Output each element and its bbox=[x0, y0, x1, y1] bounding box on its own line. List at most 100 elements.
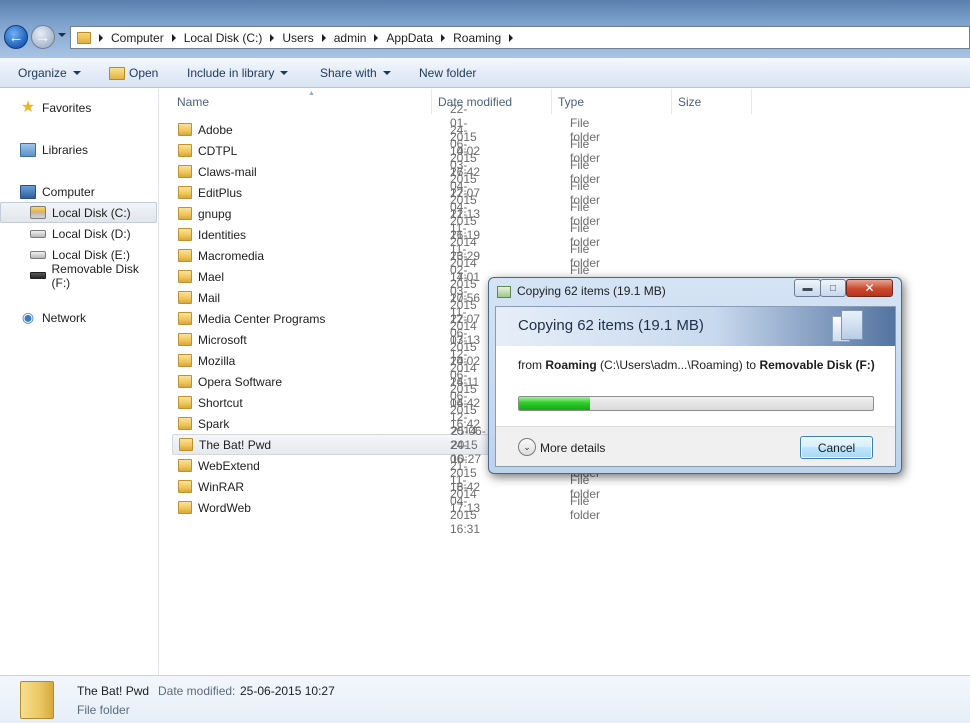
from-word: from bbox=[518, 358, 542, 372]
file-name: The Bat! Pwd bbox=[199, 437, 272, 452]
file-row[interactable]: Macromedia 21-11-2014 17:01 File folder bbox=[172, 228, 600, 284]
local-disk-icon bbox=[30, 206, 46, 219]
file-row[interactable]: EditPlus 27-04-2015 12:13 File folder bbox=[172, 165, 600, 221]
file-name: Spark bbox=[198, 416, 230, 431]
back-button[interactable]: ← bbox=[4, 25, 28, 49]
folder-icon bbox=[178, 270, 192, 283]
file-row[interactable]: CDTPL 24-06-2015 16:42 File folder bbox=[172, 123, 600, 179]
nav-local-disk-c[interactable]: Local Disk (C:) bbox=[0, 202, 157, 223]
close-button[interactable]: ✕ bbox=[846, 279, 893, 297]
nav-libraries[interactable]: Libraries bbox=[0, 139, 157, 160]
include-label: Include in library bbox=[187, 66, 275, 80]
chevron-right-icon[interactable] bbox=[99, 33, 103, 42]
hard-drive-icon bbox=[30, 229, 46, 238]
file-row[interactable]: Media Center Programs20-11-2014 17:13Fil… bbox=[172, 291, 600, 347]
nav-disk-d-label: Local Disk (D:) bbox=[52, 226, 131, 241]
file-row[interactable]: Microsoft22-06-2015 10:02File folder bbox=[172, 312, 600, 368]
share-with-button[interactable]: Share with bbox=[320, 58, 391, 88]
folder-icon bbox=[178, 186, 192, 199]
file-row[interactable]: Mail14-03-2015 17:07File folder bbox=[172, 270, 600, 326]
file-row[interactable]: Mael23-02-2015 17:56File folder bbox=[172, 249, 600, 305]
file-name: Claws-mail bbox=[198, 164, 257, 179]
include-in-library-button[interactable]: Include in library bbox=[187, 58, 289, 88]
organize-button[interactable]: Organize bbox=[18, 58, 81, 88]
folder-icon bbox=[178, 123, 192, 136]
folder-icon bbox=[178, 396, 192, 409]
file-row[interactable]: WebExtend24-06-2015 16:42File folder bbox=[172, 438, 600, 494]
chevron-right-icon[interactable] bbox=[509, 33, 514, 42]
file-row[interactable]: The Bat! Pwd25-06-2015 10:27File folder bbox=[172, 424, 601, 466]
chevron-right-icon[interactable] bbox=[441, 33, 446, 42]
nav-favorites-label: Favorites bbox=[42, 100, 92, 115]
recent-pages-dropdown-icon[interactable] bbox=[58, 33, 66, 37]
column-header-name[interactable]: Name ▲ bbox=[171, 89, 432, 114]
file-name: Media Center Programs bbox=[198, 311, 326, 326]
file-row[interactable]: Claws-mail 14-03-2015 17:07 File folder bbox=[172, 144, 600, 200]
close-icon: ✕ bbox=[864, 281, 875, 295]
command-bar: Organize Open Include in library Share w… bbox=[0, 58, 970, 88]
file-name: WebExtend bbox=[198, 458, 260, 473]
folder-icon bbox=[178, 207, 192, 220]
details-type: File folder bbox=[77, 703, 130, 717]
nav-removable-disk-f[interactable]: Removable Disk (F:) bbox=[0, 262, 157, 290]
file-name: Shortcut bbox=[198, 395, 243, 410]
details-pane: The Bat! Pwd Date modified: 25-06-2015 1… bbox=[0, 675, 970, 723]
nav-network[interactable]: ◉ Network bbox=[0, 307, 157, 328]
title-bar: ← → Computer Local Disk (C:) Users admin… bbox=[0, 0, 970, 58]
forward-button[interactable]: → bbox=[31, 25, 55, 49]
chevron-right-icon[interactable] bbox=[270, 33, 275, 42]
copy-icon bbox=[497, 286, 511, 298]
file-row[interactable]: WordWeb 18-04-2015 16:31 File folder bbox=[172, 480, 600, 536]
more-details-label[interactable]: More details bbox=[540, 441, 605, 455]
address-bar[interactable]: Computer Local Disk (C:) Users admin App… bbox=[70, 26, 970, 49]
file-row[interactable]: Adobe 22-01-2015 10:02 File folder bbox=[172, 102, 600, 158]
dialog-banner: Copying 62 items (19.1 MB) bbox=[496, 307, 895, 346]
folder-icon bbox=[178, 501, 192, 514]
maximize-button[interactable]: □ bbox=[820, 279, 846, 297]
folder-icon bbox=[178, 165, 192, 178]
folder-icon bbox=[179, 438, 193, 451]
library-icon bbox=[20, 142, 36, 157]
maximize-icon: □ bbox=[829, 282, 837, 294]
chevron-down-icon bbox=[280, 71, 289, 75]
file-name: Identities bbox=[198, 227, 247, 242]
file-row[interactable]: gnupg 22-04-2015 16:19 File folder bbox=[172, 186, 600, 242]
open-button[interactable]: Open bbox=[109, 58, 158, 88]
file-row[interactable]: Shortcut24-06-2015 16:42File folder bbox=[172, 375, 600, 431]
nav-favorites[interactable]: ★ Favorites bbox=[0, 97, 157, 118]
hard-drive-icon bbox=[30, 250, 46, 259]
breadcrumb-users[interactable]: Users bbox=[282, 31, 313, 45]
cancel-button[interactable]: Cancel bbox=[800, 436, 873, 459]
breadcrumb-local-disk-c[interactable]: Local Disk (C:) bbox=[184, 31, 263, 45]
breadcrumb-admin[interactable]: admin bbox=[334, 31, 367, 45]
copy-source-destination: from Roaming (C:\Users\adm...\Roaming) t… bbox=[518, 358, 875, 372]
nav-disk-c-label: Local Disk (C:) bbox=[52, 205, 131, 220]
column-header-size[interactable]: Size bbox=[672, 89, 752, 114]
column-header-type[interactable]: Type bbox=[552, 89, 672, 114]
navigation-pane: ★ Favorites Libraries Computer Local Dis… bbox=[0, 89, 159, 675]
computer-icon bbox=[20, 184, 36, 199]
file-row[interactable]: Spark04-12-2014 16:11File folder bbox=[172, 396, 600, 452]
breadcrumb-computer[interactable]: Computer bbox=[111, 31, 164, 45]
minimize-button[interactable]: ▬ bbox=[794, 279, 821, 297]
more-details-toggle[interactable]: ⌄ bbox=[518, 438, 536, 456]
file-name: WordWeb bbox=[198, 500, 251, 515]
chevron-right-icon[interactable] bbox=[171, 33, 176, 42]
dialog-heading: Copying 62 items (19.1 MB) bbox=[518, 317, 704, 334]
file-name: Adobe bbox=[198, 122, 233, 137]
file-row[interactable]: Mozilla03-12-2014 16:11File folder bbox=[172, 333, 600, 389]
breadcrumb-roaming[interactable]: Roaming bbox=[453, 31, 501, 45]
folder-icon bbox=[178, 480, 192, 493]
nav-local-disk-d[interactable]: Local Disk (D:) bbox=[0, 223, 157, 244]
file-row[interactable]: Identities 21-11-2014 16:29 File folder bbox=[172, 207, 600, 263]
nav-computer[interactable]: Computer bbox=[0, 181, 157, 202]
source-name: Roaming bbox=[545, 358, 597, 372]
star-icon: ★ bbox=[20, 98, 36, 116]
file-name: Macromedia bbox=[198, 248, 265, 263]
chevron-right-icon[interactable] bbox=[374, 33, 379, 42]
file-row[interactable]: WinRAR 21-11-2014 17:13 File folder bbox=[172, 459, 600, 515]
new-folder-button[interactable]: New folder bbox=[419, 58, 476, 88]
breadcrumb-appdata[interactable]: AppData bbox=[386, 31, 433, 45]
file-row[interactable]: Opera Software24-06-2015 16:42File folde… bbox=[172, 354, 600, 410]
chevron-right-icon[interactable] bbox=[321, 33, 326, 42]
